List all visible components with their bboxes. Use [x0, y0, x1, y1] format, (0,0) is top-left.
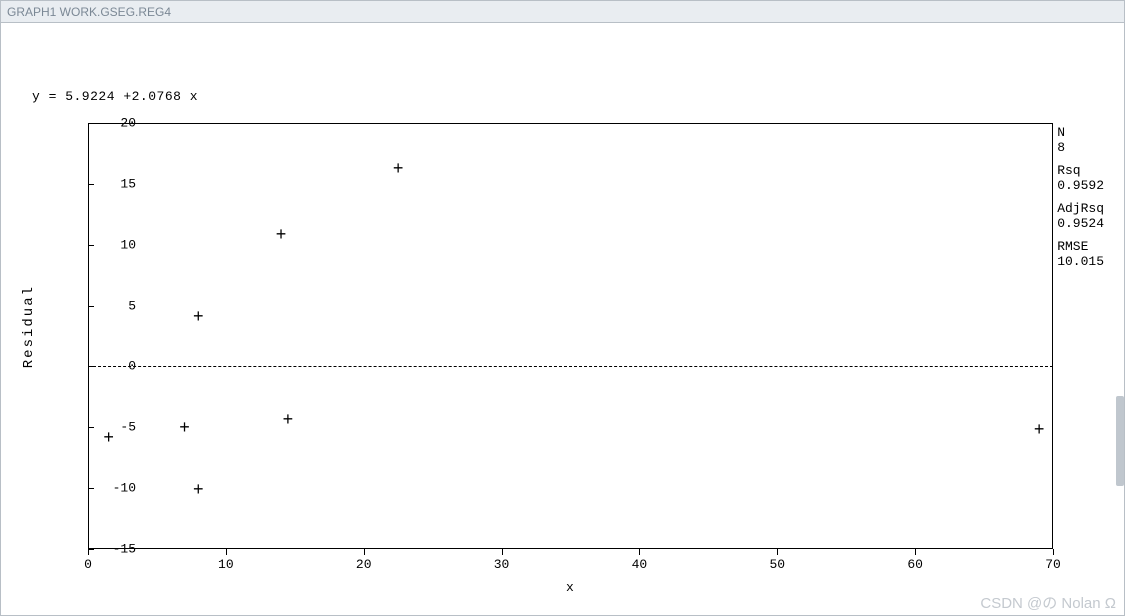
plot-canvas: y = 5.9224 +2.0768 x Residual x -15-10-5… [3, 25, 1114, 613]
data-point: + [393, 164, 404, 176]
watermark: CSDN @の Nolan Ω [980, 592, 1116, 613]
x-tick-mark [777, 549, 778, 555]
y-tick-mark [88, 123, 94, 124]
data-point: + [179, 423, 190, 435]
y-tick-mark [88, 488, 94, 489]
regression-equation: y = 5.9224 +2.0768 x [32, 89, 198, 104]
x-tick-mark [226, 549, 227, 555]
x-tick-label: 70 [1045, 557, 1061, 572]
x-tick-mark [1053, 549, 1054, 555]
x-tick-mark [639, 549, 640, 555]
data-point: + [103, 433, 114, 445]
data-point: + [276, 230, 287, 242]
x-tick-label: 50 [769, 557, 785, 572]
stat-rsq-value: 0.9592 [1057, 178, 1104, 193]
x-tick-mark [88, 549, 89, 555]
y-tick-mark [88, 184, 94, 185]
x-tick-mark [364, 549, 365, 555]
regression-stats: N 8 Rsq 0.9592 AdjRsq 0.9524 RMSE 10.015 [1057, 125, 1104, 277]
x-tick-label: 30 [494, 557, 510, 572]
window-titlebar: GRAPH1 WORK.GSEG.REG4 [1, 1, 1124, 23]
y-tick-mark [88, 306, 94, 307]
vertical-scrollbar[interactable] [1116, 396, 1124, 486]
data-point: + [1034, 425, 1045, 437]
stat-n-value: 8 [1057, 140, 1104, 155]
stat-adjrsq-label: AdjRsq [1057, 201, 1104, 216]
y-tick-mark [88, 245, 94, 246]
x-tick-mark [502, 549, 503, 555]
x-tick-label: 10 [218, 557, 234, 572]
stat-rsq-label: Rsq [1057, 163, 1104, 178]
stat-adjrsq-value: 0.9524 [1057, 216, 1104, 231]
stat-rmse-value: 10.015 [1057, 254, 1104, 269]
x-tick-label: 60 [907, 557, 923, 572]
data-point: + [282, 415, 293, 427]
plot-area: + + + + + + + + [88, 123, 1053, 549]
x-tick-label: 40 [632, 557, 648, 572]
stat-n-label: N [1057, 125, 1104, 140]
graph-window: GRAPH1 WORK.GSEG.REG4 y = 5.9224 +2.0768… [0, 0, 1125, 616]
y-axis-label: Residual [21, 285, 37, 368]
x-tick-label: 20 [356, 557, 372, 572]
x-axis-label: x [566, 580, 574, 595]
stat-rmse-label: RMSE [1057, 239, 1104, 254]
plot-border [88, 123, 1053, 549]
x-tick-mark [915, 549, 916, 555]
y-tick-mark [88, 427, 94, 428]
x-tick-label: 0 [84, 557, 92, 572]
data-point: + [193, 312, 204, 324]
zero-reference-line [88, 366, 1053, 367]
data-point: + [193, 485, 204, 497]
